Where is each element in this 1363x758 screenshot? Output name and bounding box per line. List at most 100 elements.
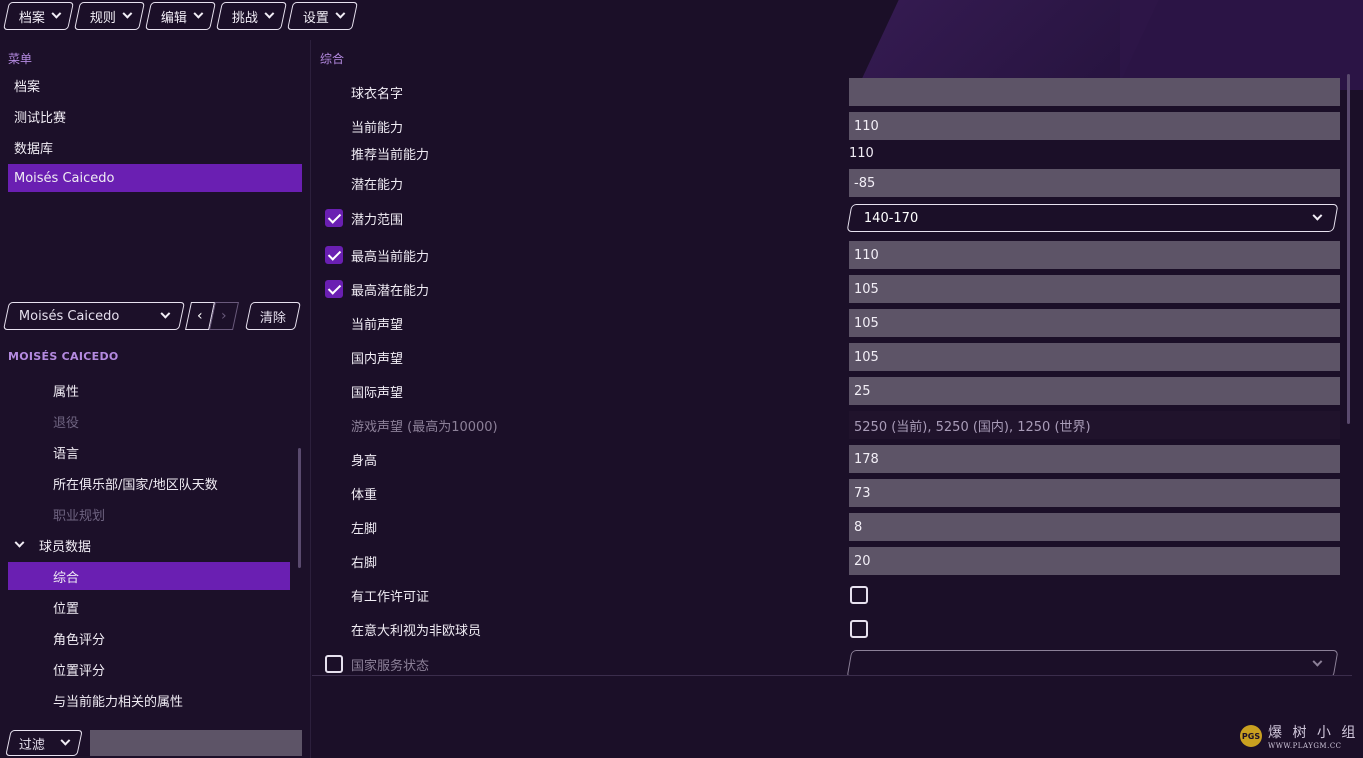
row-game-reputation: 游戏声望 (最高为10000) 5250 (当前), 5250 (国内), 12…	[312, 410, 1352, 440]
row-label: 国家服务状态	[351, 658, 430, 674]
watermark-url: WWW.PLAYGM.CC	[1268, 742, 1342, 750]
potential-range-checkbox[interactable]	[325, 209, 343, 227]
row-label: 最高潜在能力	[351, 283, 430, 299]
row-label: 体重	[351, 487, 378, 503]
tree-group-player-data[interactable]: 球员数据	[8, 531, 290, 559]
tree-group-label: 球员数据	[39, 539, 92, 555]
general-panel: 综合 球衣名字 当前能力 110 推荐当前能力 110 潜在能力 -85 潜力范…	[312, 40, 1352, 676]
row-label: 球衣名字	[351, 86, 404, 102]
row-label: 右脚	[351, 555, 378, 571]
weight-input[interactable]: 73	[849, 479, 1340, 507]
potential-range-value: 140-170	[864, 210, 919, 226]
right-foot-input[interactable]: 20	[849, 547, 1340, 575]
row-label: 潜力范围	[351, 212, 404, 228]
home-reputation-input[interactable]: 105	[849, 343, 1340, 371]
filter-button[interactable]: 过滤	[5, 730, 83, 756]
tree-item-languages[interactable]: 语言	[8, 438, 290, 466]
chevron-down-icon	[14, 537, 25, 553]
chevron-down-icon	[1312, 210, 1323, 226]
next-button[interactable]: ›	[209, 302, 239, 330]
shirt-name-input[interactable]	[849, 78, 1340, 106]
menu-settings-label: 设置	[303, 10, 330, 26]
row-label: 游戏声望 (最高为10000)	[351, 419, 498, 435]
current-ability-input[interactable]: 110	[849, 112, 1340, 140]
world-reputation-input[interactable]: 25	[849, 377, 1340, 405]
menu-list: 档案 测试比赛 数据库 Moisés Caicedo	[0, 71, 310, 192]
menu-rules-label: 规则	[90, 10, 117, 26]
row-left-foot: 左脚 8	[312, 512, 1352, 542]
menu-edit[interactable]: 编辑	[145, 2, 217, 30]
clear-button-label: 清除	[259, 310, 286, 326]
row-home-reputation: 国内声望 105	[312, 342, 1352, 372]
tree-item-role-ratings[interactable]: 角色评分	[8, 624, 290, 652]
left-panel: 菜单 档案 测试比赛 数据库 Moisés Caicedo Moisés Cai…	[0, 40, 311, 758]
max-ca-input[interactable]: 110	[849, 241, 1340, 269]
menu-edit-label: 编辑	[161, 10, 188, 26]
non-eu-italy-checkbox[interactable]	[850, 620, 868, 638]
player-select[interactable]: Moisés Caicedo	[3, 302, 185, 330]
row-world-reputation: 国际声望 25	[312, 376, 1352, 406]
chevron-down-icon	[160, 308, 171, 324]
tree-item-days-at-club[interactable]: 所在俱乐部/国家/地区队天数	[8, 469, 290, 497]
row-max-pa: 最高潜在能力 105	[312, 274, 1352, 304]
chevron-left-icon: ‹	[197, 308, 203, 324]
current-reputation-input[interactable]: 105	[849, 309, 1340, 337]
menu-item-profile[interactable]: 档案	[8, 71, 302, 99]
max-pa-checkbox[interactable]	[325, 280, 343, 298]
nav-buttons: ‹ ›	[185, 302, 239, 330]
filter-label: 过滤	[19, 737, 46, 753]
player-title: MOISÉS CAICEDO	[8, 350, 119, 363]
player-selector-row: Moisés Caicedo ‹ › 清除	[3, 302, 301, 330]
potential-range-select[interactable]: 140-170	[846, 204, 1339, 232]
clear-button[interactable]: 清除	[245, 302, 301, 330]
height-input[interactable]: 178	[849, 445, 1340, 473]
national-service-checkbox[interactable]	[325, 655, 343, 673]
row-label: 最高当前能力	[351, 249, 430, 265]
menu-challenge[interactable]: 挑战	[216, 2, 288, 30]
row-non-eu-italy: 在意大利视为非欧球员	[312, 614, 1352, 644]
tree-item-position-ratings[interactable]: 位置评分	[8, 655, 290, 683]
filter-row: 过滤	[5, 730, 302, 756]
tree-item-ca-attributes[interactable]: 与当前能力相关的属性	[8, 686, 290, 714]
chevron-down-icon	[335, 8, 346, 24]
watermark-title: 爆 树 小 组	[1268, 725, 1359, 741]
tree-item-positions[interactable]: 位置	[8, 593, 290, 621]
menu-file[interactable]: 档案	[3, 2, 74, 30]
row-recommended-ca: 推荐当前能力 110	[312, 138, 1352, 168]
filter-input[interactable]	[90, 730, 302, 756]
right-scrollbar[interactable]	[1347, 74, 1350, 424]
row-shirt-name: 球衣名字	[312, 77, 1352, 107]
menu-item-player[interactable]: Moisés Caicedo	[8, 164, 302, 192]
player-tree: 属性 退役 语言 所在俱乐部/国家/地区队天数 职业规划 球员数据 综合 位置 …	[8, 376, 290, 717]
row-label: 潜在能力	[351, 177, 404, 193]
max-ca-checkbox[interactable]	[325, 246, 343, 264]
row-label: 当前声望	[351, 317, 404, 333]
row-work-permit: 有工作许可证	[312, 580, 1352, 610]
max-pa-input[interactable]: 105	[849, 275, 1340, 303]
row-weight: 体重 73	[312, 478, 1352, 508]
chevron-down-icon	[264, 8, 275, 24]
row-max-ca: 最高当前能力 110	[312, 240, 1352, 270]
chevron-down-icon	[51, 8, 62, 24]
left-foot-input[interactable]: 8	[849, 513, 1340, 541]
watermark-text: 爆 树 小 组 WWW.PLAYGM.CC	[1268, 722, 1358, 750]
tree-item-general[interactable]: 综合	[8, 562, 290, 590]
chevron-down-icon	[60, 735, 71, 751]
menu-item-database[interactable]: 数据库	[8, 133, 302, 161]
menu-settings[interactable]: 设置	[287, 2, 359, 30]
row-right-foot: 右脚 20	[312, 546, 1352, 576]
left-scrollbar[interactable]	[298, 448, 301, 568]
chevron-right-icon: ›	[221, 308, 227, 324]
top-menu-bar: 档案 规则 编辑 挑战 设置	[0, 0, 1363, 34]
national-service-select[interactable]	[846, 650, 1339, 675]
tree-item-career-plan: 职业规划	[53, 508, 106, 524]
menu-section-label: 菜单	[8, 52, 33, 66]
watermark-logo: PGS	[1240, 725, 1262, 747]
row-label: 在意大利视为非欧球员	[351, 623, 482, 639]
menu-item-test-match[interactable]: 测试比赛	[8, 102, 302, 130]
row-label: 国际声望	[351, 385, 404, 401]
potential-ability-input[interactable]: -85	[849, 169, 1340, 197]
tree-item-attributes[interactable]: 属性	[8, 376, 290, 404]
work-permit-checkbox[interactable]	[850, 586, 868, 604]
menu-rules[interactable]: 规则	[74, 2, 146, 30]
